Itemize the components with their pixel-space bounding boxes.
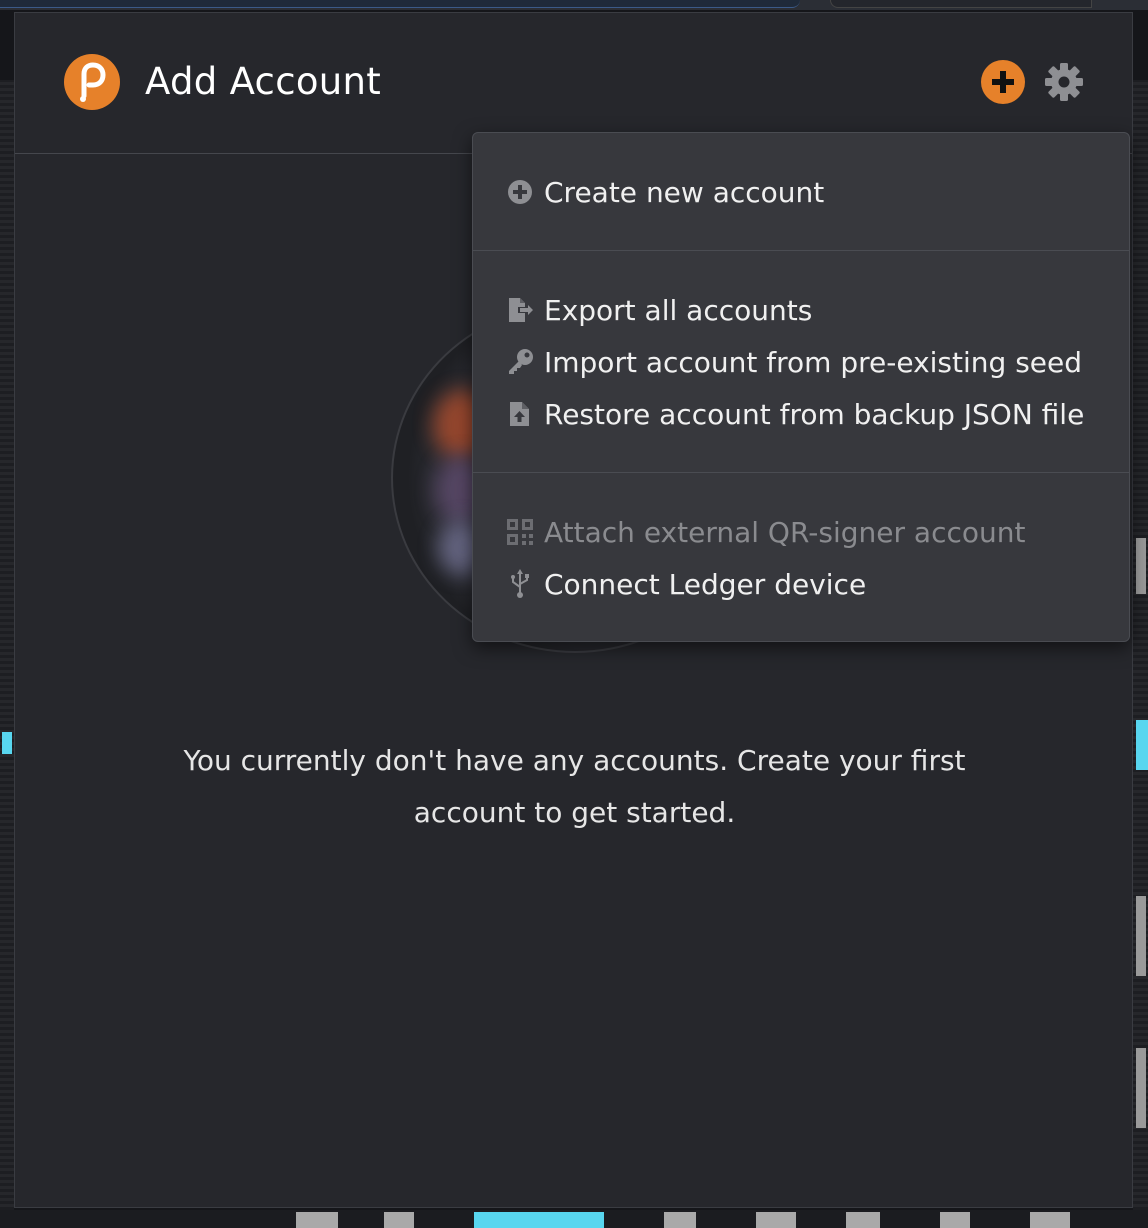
menu-item-restore-json[interactable]: Restore account from backup JSON file — [505, 388, 1084, 440]
menu-item-import-seed[interactable]: Import account from pre-existing seed — [505, 336, 1082, 388]
gear-icon — [1045, 63, 1083, 101]
background-block — [1030, 1212, 1070, 1228]
menu-section-create: Create new account — [473, 133, 1129, 251]
menu-item-label: Export all accounts — [544, 293, 813, 327]
background-block — [296, 1212, 338, 1228]
plus-icon — [992, 71, 1014, 93]
page-title: Add Account — [145, 60, 382, 103]
plus-circle-icon — [505, 177, 535, 207]
background-block — [474, 1212, 604, 1228]
settings-button[interactable] — [1041, 59, 1087, 105]
background-block — [940, 1212, 970, 1228]
menu-item-label: Create new account — [544, 175, 825, 209]
background-page-bottom — [0, 1210, 1148, 1228]
background-block — [1136, 896, 1146, 976]
qrcode-icon — [505, 517, 535, 547]
menu-item-label: Connect Ledger device — [544, 567, 867, 601]
usb-icon — [505, 569, 535, 599]
empty-state-line: account to get started. — [413, 796, 736, 829]
background-block — [756, 1212, 796, 1228]
browser-tab-secondary — [830, 0, 1092, 8]
menu-item-create-account[interactable]: Create new account — [505, 166, 824, 218]
empty-state-line: You currently don't have any accounts. C… — [183, 744, 966, 777]
add-account-button[interactable] — [981, 60, 1025, 104]
background-block — [1136, 1048, 1146, 1128]
menu-section-import: Export all accounts Import account from … — [473, 251, 1129, 473]
file-upload-icon — [505, 399, 535, 429]
menu-item-export-all[interactable]: Export all accounts — [505, 284, 812, 336]
background-page-left — [0, 80, 14, 1228]
file-export-icon — [505, 295, 535, 325]
menu-item-label: Restore account from backup JSON file — [544, 397, 1085, 431]
browser-tab — [0, 0, 800, 8]
menu-item-label: Attach external QR-signer account — [544, 515, 1026, 549]
menu-section-external: Attach external QR-signer account Connec… — [473, 473, 1129, 643]
menu-item-label: Import account from pre-existing seed — [544, 345, 1083, 379]
background-block — [664, 1212, 696, 1228]
add-account-menu: Create new account Export all accounts I… — [472, 132, 1130, 642]
background-block — [846, 1212, 880, 1228]
polkadot-logo-icon — [64, 54, 120, 110]
empty-state-message: You currently don't have any accounts. C… — [15, 735, 1132, 839]
background-accent-left — [2, 732, 12, 754]
key-icon — [505, 347, 535, 377]
menu-item-attach-qr: Attach external QR-signer account — [505, 506, 1025, 558]
menu-item-connect-ledger[interactable]: Connect Ledger device — [505, 558, 866, 610]
background-block — [1136, 538, 1146, 594]
background-accent-right — [1136, 720, 1148, 770]
background-block — [384, 1212, 414, 1228]
